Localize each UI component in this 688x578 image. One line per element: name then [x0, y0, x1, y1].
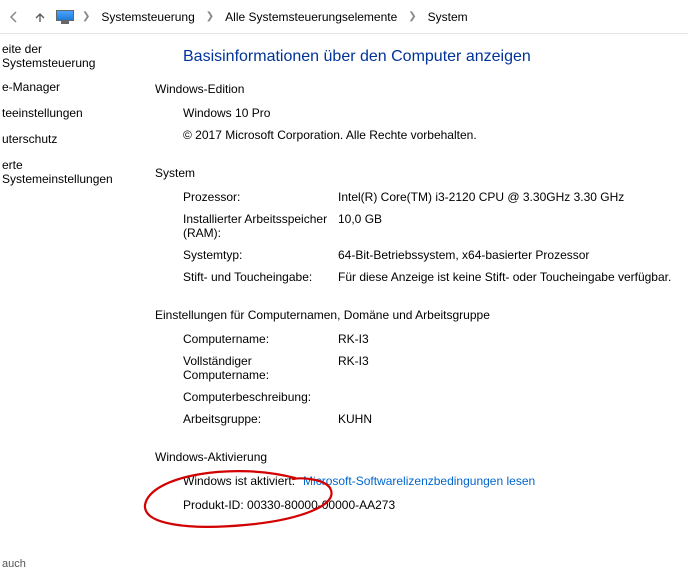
computername-value: RK-I3 — [338, 332, 678, 346]
license-terms-link[interactable]: Microsoft-Softwarelizenzbedingungen lese… — [303, 474, 535, 488]
touch-value: Für diese Anzeige ist keine Stift- oder … — [338, 270, 678, 284]
section-system-heading: System — [155, 166, 678, 180]
page-title: Basisinformationen über den Computer anz… — [183, 48, 678, 66]
windows-product: Windows 10 Pro — [183, 106, 270, 120]
copyright-text: © 2017 Microsoft Corporation. Alle Recht… — [183, 128, 477, 142]
fullname-value: RK-I3 — [338, 354, 678, 382]
product-id-value: 00330-80000-00000-AA273 — [247, 498, 395, 512]
nav-back-icon[interactable] — [4, 7, 24, 27]
sidebar-title: eite der Systemsteuerung — [2, 42, 133, 70]
breadcrumb-item[interactable]: Alle Systemsteuerungselemente — [222, 8, 400, 26]
chevron-right-icon: ❯ — [406, 11, 418, 22]
systemtype-label: Systemtyp: — [183, 248, 338, 262]
section-names-heading: Einstellungen für Computernamen, Domäne … — [155, 308, 678, 322]
sidebar: eite der Systemsteuerung e-Manager teein… — [0, 34, 135, 578]
product-id-label: Produkt-ID: — [183, 498, 244, 512]
fullname-label: Vollständiger Computername: — [183, 354, 338, 382]
activation-status: Windows ist aktiviert. — [183, 474, 295, 488]
section-edition-heading: Windows-Edition — [155, 82, 678, 96]
description-value — [338, 390, 678, 404]
breadcrumb-bar: ❯ Systemsteuerung ❯ Alle Systemsteuerung… — [0, 0, 688, 34]
description-label: Computerbeschreibung: — [183, 390, 338, 404]
sidebar-link-advanced[interactable]: erte Systemeinstellungen — [2, 158, 133, 186]
breadcrumb-item[interactable]: System — [425, 8, 471, 26]
sidebar-link-remote[interactable]: teeinstellungen — [2, 106, 133, 120]
touch-label: Stift- und Toucheingabe: — [183, 270, 338, 284]
workgroup-value: KUHN — [338, 412, 678, 426]
sidebar-link-manager[interactable]: e-Manager — [2, 80, 133, 94]
ram-label: Installierter Arbeitsspeicher (RAM): — [183, 212, 338, 240]
section-activation-heading: Windows-Aktivierung — [155, 450, 678, 464]
ram-value: 10,0 GB — [338, 212, 678, 240]
computername-label: Computername: — [183, 332, 338, 346]
sidebar-link-protection[interactable]: uterschutz — [2, 132, 133, 146]
breadcrumb-item[interactable]: Systemsteuerung — [98, 8, 197, 26]
sidebar-footer: auch — [2, 558, 26, 570]
workgroup-label: Arbeitsgruppe: — [183, 412, 338, 426]
processor-label: Prozessor: — [183, 190, 338, 204]
systemtype-value: 64-Bit-Betriebssystem, x64-basierter Pro… — [338, 248, 678, 262]
chevron-right-icon: ❯ — [204, 11, 216, 22]
nav-up-icon[interactable] — [30, 7, 50, 27]
computer-icon — [56, 10, 74, 24]
main-content: Basisinformationen über den Computer anz… — [135, 34, 688, 578]
chevron-right-icon: ❯ — [80, 11, 92, 22]
processor-value: Intel(R) Core(TM) i3-2120 CPU @ 3.30GHz … — [338, 190, 678, 204]
